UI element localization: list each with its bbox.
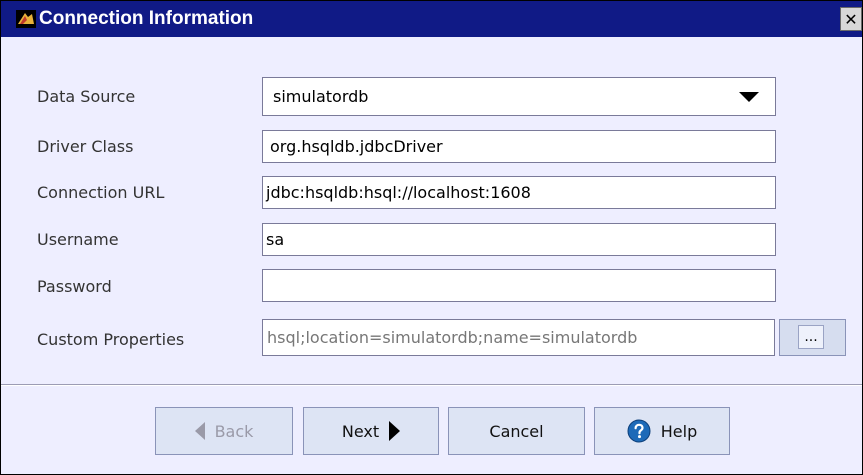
custom-properties-field[interactable]: hsql;location=simulatordb;name=simulator…: [262, 319, 775, 356]
title-bar[interactable]: Connection Information ✕: [1, 1, 862, 37]
right-triangle-icon: [389, 421, 401, 441]
data-source-select[interactable]: simulatordb: [262, 77, 776, 116]
back-label: Back: [214, 421, 254, 441]
help-label: Help: [660, 421, 698, 441]
dropdown-arrow-icon: [739, 92, 759, 102]
left-triangle-icon: [194, 422, 205, 440]
cancel-button[interactable]: Cancel: [448, 407, 585, 455]
username-label: Username: [37, 230, 119, 249]
question-mark-icon: [627, 419, 651, 443]
dialog-title: Connection Information: [39, 8, 254, 29]
ellipsis-icon: ...: [798, 325, 824, 349]
driver-class-label: Driver Class: [37, 137, 134, 156]
connection-url-field[interactable]: jdbc:hsqldb:hsql://localhost:1608: [262, 176, 776, 209]
close-button[interactable]: ✕: [840, 7, 862, 31]
back-button[interactable]: Back: [155, 407, 293, 455]
custom-properties-label: Custom Properties: [37, 330, 185, 349]
footer-divider: [1, 384, 862, 386]
driver-class-value: org.hsqldb.jdbcDriver: [270, 137, 443, 156]
data-source-value: simulatordb: [273, 87, 369, 106]
username-field[interactable]: sa: [262, 223, 776, 256]
custom-properties-browse-button[interactable]: ...: [779, 319, 846, 356]
custom-properties-value: hsql;location=simulatordb;name=simulator…: [267, 328, 638, 347]
driver-class-field[interactable]: org.hsqldb.jdbcDriver: [262, 130, 776, 163]
password-label: Password: [37, 277, 112, 296]
connection-url-value: jdbc:hsqldb:hsql://localhost:1608: [266, 183, 531, 202]
connection-dialog: Connection Information ✕ Data Source sim…: [0, 0, 863, 475]
next-label: Next: [341, 421, 380, 441]
help-button[interactable]: Help: [594, 407, 730, 455]
close-icon: ✕: [844, 9, 858, 29]
cancel-label: Cancel: [489, 421, 544, 441]
password-field[interactable]: [262, 269, 776, 302]
username-value: sa: [266, 230, 285, 249]
connection-url-label: Connection URL: [37, 183, 165, 202]
data-source-label: Data Source: [37, 87, 136, 106]
app-logo-icon: [16, 10, 36, 28]
ellipsis-label: ...: [804, 329, 818, 345]
next-button[interactable]: Next: [303, 407, 439, 455]
